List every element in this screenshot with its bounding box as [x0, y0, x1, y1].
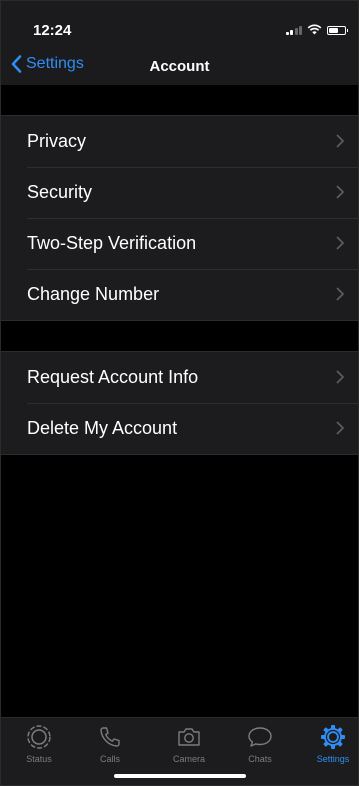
- chat-bubble-icon: [248, 727, 272, 747]
- privacy-row[interactable]: Privacy: [1, 116, 358, 167]
- tab-camera[interactable]: Camera: [159, 722, 219, 764]
- status-icons: [285, 24, 348, 35]
- status-time: 12:24: [33, 22, 72, 39]
- request-account-info-row[interactable]: Request Account Info: [1, 352, 358, 403]
- security-label: Security: [27, 182, 93, 202]
- chevron-right-icon: [336, 421, 344, 435]
- wifi-icon: [307, 24, 322, 35]
- chevron-right-icon: [336, 370, 344, 384]
- screen: 12:24 Settings Account Privacy Security …: [0, 0, 359, 786]
- gear-icon: [321, 725, 345, 749]
- tab-calls[interactable]: Calls: [80, 722, 140, 764]
- delete-my-account-row[interactable]: Delete My Account: [1, 403, 358, 454]
- chevron-right-icon: [336, 134, 344, 148]
- account-settings-group: Privacy Security Two-Step Verification C…: [1, 115, 358, 321]
- two-step-verification-label: Two-Step Verification: [27, 233, 197, 253]
- tab-settings-label: Settings: [316, 754, 350, 764]
- account-data-group: Request Account Info Delete My Account: [1, 351, 358, 455]
- back-button[interactable]: Settings: [11, 55, 84, 73]
- tab-settings[interactable]: Settings: [303, 722, 358, 764]
- tab-status-label: Status: [26, 754, 52, 764]
- status-bar: 12:24: [1, 1, 358, 47]
- tab-camera-label: Camera: [172, 754, 205, 764]
- home-indicator[interactable]: [113, 774, 246, 778]
- status-icon: [27, 725, 51, 749]
- tab-bar: Status Calls Camera Chats Settings: [1, 717, 358, 785]
- tab-chats-label: Chats: [248, 754, 272, 764]
- battery-icon: [327, 26, 348, 35]
- chevron-right-icon: [336, 236, 344, 250]
- change-number-row[interactable]: Change Number: [1, 269, 358, 320]
- navigation-bar: Settings Account: [1, 47, 358, 85]
- request-account-info-label: Request Account Info: [27, 367, 199, 387]
- two-step-verification-row[interactable]: Two-Step Verification: [1, 218, 358, 269]
- privacy-label: Privacy: [27, 131, 87, 151]
- chevron-left-icon: [11, 55, 22, 73]
- chevron-right-icon: [336, 287, 344, 301]
- tab-chats[interactable]: Chats: [230, 722, 290, 764]
- camera-icon: [178, 728, 200, 746]
- tab-calls-label: Calls: [99, 754, 120, 764]
- change-number-label: Change Number: [27, 284, 160, 304]
- security-row[interactable]: Security: [1, 167, 358, 218]
- back-button-label: Settings: [26, 55, 84, 72]
- phone-icon: [100, 727, 120, 747]
- delete-my-account-label: Delete My Account: [27, 418, 178, 438]
- cellular-signal-icon: [285, 25, 302, 35]
- chevron-right-icon: [336, 185, 344, 199]
- tab-status[interactable]: Status: [9, 722, 69, 764]
